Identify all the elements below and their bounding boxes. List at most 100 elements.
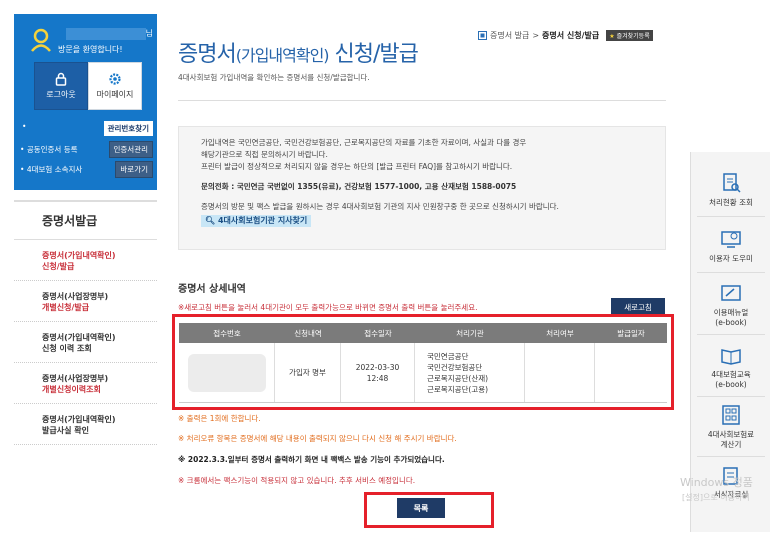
col-date: 접수일자 xyxy=(364,328,392,338)
affiliation-label: • 4대보험 소속지사 xyxy=(20,165,83,174)
menu-item-line1: 증명서(사업장명부) xyxy=(42,292,109,301)
title-main: 증명서 xyxy=(178,42,237,67)
quick-calculator[interactable]: 4대사회보험료 계산기 xyxy=(691,404,771,450)
menu-item-line1: 증명서(가입내역확인) xyxy=(42,333,116,342)
col-agency: 처리기관 xyxy=(456,328,484,338)
quick-label: 4대사회보험료 xyxy=(707,430,755,439)
find-branch-link[interactable]: 🔍︎ 4대사회보험기관 지사찾기 xyxy=(201,215,312,227)
agency-comwel-sanjae: 근로복지공단(산재) xyxy=(427,373,489,383)
find-management-number-button[interactable]: 관리번호찾기 xyxy=(103,121,153,136)
table-row: 가입자 명부 2022-03-30 12:48 국민연금공단 국민건강보험공단 근… xyxy=(179,343,667,403)
cell-issue-date xyxy=(595,343,667,402)
gear-icon xyxy=(109,73,121,85)
detail-title: 증명서 상세내역 xyxy=(178,284,246,295)
logout-button[interactable]: 로그아웃 xyxy=(34,62,88,110)
monitor-help-icon xyxy=(721,231,741,248)
breadcrumb: 증명서 발급 > 증명서 신청/발급 ★ 즐겨찾기등록 xyxy=(478,30,653,41)
contact-info: 문의전화 : 국민연금 국번없이 1355(유료), 건강보험 1577-100… xyxy=(201,182,517,191)
agency-comwel-employ: 근로복지공단(고용) xyxy=(427,384,489,394)
quick-education[interactable]: 4대보험교육 (e-book) xyxy=(691,346,771,390)
mypage-label: 마이페이지 xyxy=(96,90,134,99)
quick-divider xyxy=(697,216,765,217)
lock-icon xyxy=(55,72,67,86)
cell-status xyxy=(525,343,595,402)
menu-item-line2: 신청 이력 조회 xyxy=(42,344,92,353)
user-icon xyxy=(31,28,51,52)
page-description: 4대사회보험 가입내역을 확인하는 증명서를 신청/발급합니다. xyxy=(178,73,370,82)
date-value: 2022-03-30 xyxy=(355,362,400,372)
note-error-reapply: ※ 처리오류 항목은 증명서에 해당 내용이 출력되지 않으니 다시 신청 해 … xyxy=(178,434,457,443)
menu-item-line2: 개별신청이력조회 xyxy=(42,385,101,394)
menu-item-line1: 증명서(가입내역확인) xyxy=(42,251,116,260)
col-receipt-no: 접수번호 xyxy=(213,328,241,338)
quick-label: 이용매뉴얼 xyxy=(713,308,749,317)
list-button[interactable]: 목록 xyxy=(397,498,445,518)
document-search-icon xyxy=(723,173,741,193)
bullet-dot: • xyxy=(22,122,27,131)
cert-register-label: • 공동인증서 등록 xyxy=(20,145,78,154)
info-box: 가입내역은 국민연금공단, 국민건강보험공단, 근로복지공단의 자료를 기초한 … xyxy=(178,126,666,250)
breadcrumb-parent[interactable]: 증명서 발급 xyxy=(490,30,529,41)
menu-item-workplace-apply[interactable]: 증명서(사업장명부) 개별신청/발급 xyxy=(14,281,157,322)
user-box: 님 방문을 환영합니다! 로그아웃 마이페이지 • 관리번호찾기 • 공동인증서… xyxy=(14,14,157,190)
quick-user-help[interactable]: 이용자 도우미 xyxy=(691,228,771,264)
welcome-text: 방문을 환영합니다! xyxy=(58,45,123,54)
quick-status-lookup[interactable]: 처리현황 조회 xyxy=(691,172,771,208)
mypage-button[interactable]: 마이페이지 xyxy=(88,62,142,110)
find-branch-label: 4대사회보험기관 지사찾기 xyxy=(217,216,308,225)
quick-sublabel: (e-book) xyxy=(715,380,747,389)
menu-item-apply-issue[interactable]: 증명서(가입내역확인) 신청/발급 xyxy=(14,240,157,281)
title-tail: 신청/발급 xyxy=(328,42,419,67)
menu-item-workplace-history[interactable]: 증명서(사업장명부) 개별신청이력조회 xyxy=(14,363,157,404)
quick-manual[interactable]: 이용매뉴얼 (e-book) xyxy=(691,284,771,328)
menu-item-apply-history[interactable]: 증명서(가입내역확인) 신청 이력 조회 xyxy=(14,322,157,363)
col-issue-date: 발급일자 xyxy=(617,328,645,338)
refresh-notice: ※새로고침 버튼을 눌러서 4대기관이 모두 출력가능으로 바뀌면 증명서 출력… xyxy=(178,303,478,312)
cell-agency: 국민연금공단 국민건강보험공단 근로복지공단(산재) 근로복지공단(고용) xyxy=(415,343,525,402)
edit-book-icon xyxy=(721,285,741,301)
menu-item-line1: 증명서(가입내역확인) xyxy=(42,415,116,424)
quick-label: 처리현황 조회 xyxy=(709,198,753,207)
quick-divider xyxy=(697,334,765,335)
info-line-1: 가입내역은 국민연금공단, 국민건강보험공단, 근로복지공단의 자료를 기초한 … xyxy=(201,138,527,147)
cell-receipt-no xyxy=(179,343,275,402)
col-status: 처리여부 xyxy=(546,328,574,338)
agency-nps: 국민연금공단 xyxy=(427,351,469,361)
title-paren: (가입내역확인) xyxy=(235,46,330,65)
favorite-button[interactable]: ★ 즐겨찾기등록 xyxy=(606,30,653,41)
col-request: 신청내역 xyxy=(294,328,322,338)
detail-table-highlight: 접수번호 신청내역 접수일자 처리기관 처리여부 발급일자 가입자 명부 202… xyxy=(172,314,674,410)
menu-item-issue-verify[interactable]: 증명서(가입내역확인) 발급사실 확인 xyxy=(14,404,157,445)
quick-divider xyxy=(697,396,765,397)
search-icon: 🔍︎ xyxy=(205,216,216,225)
title-divider xyxy=(178,100,666,101)
info-line-2: 해당기관으로 직접 문의하시기 바랍니다. xyxy=(201,150,328,159)
quick-sublabel: (e-book) xyxy=(715,318,747,327)
note-chrome-fax: ※ 크롬에서는 팩스기능이 적용되지 않고 있습니다. 추후 서비스 예정입니다… xyxy=(178,476,416,485)
quick-divider xyxy=(697,456,765,457)
time-value: 12:48 xyxy=(366,373,389,383)
cert-manage-button[interactable]: 인증서관리 xyxy=(108,141,153,158)
note-fax-added: ※ 2022.3.3.일부터 증명서 출력하기 화면 내 팩백스 발송 기능이 … xyxy=(178,455,445,464)
cell-request: 가입자 명부 xyxy=(275,343,341,402)
agency-nhis: 국민건강보험공단 xyxy=(427,362,483,372)
windows-watermark: Windows 정품 xyxy=(680,476,753,489)
info-line-3: 프린터 발급이 정상적으로 처리되지 않을 경우는 하단의 [발급 프린터 FA… xyxy=(201,162,513,171)
home-icon xyxy=(478,31,487,40)
detail-table: 접수번호 신청내역 접수일자 처리기관 처리여부 발급일자 가입자 명부 202… xyxy=(179,323,667,403)
visit-info: 증명서의 방문 및 팩스 발급을 원하시는 경우 4대사회보험 기관의 지사 민… xyxy=(201,202,559,211)
windows-watermark-sub: [설정]으로 이동하여 xyxy=(682,493,750,502)
logout-label: 로그아웃 xyxy=(46,90,76,99)
menu-item-line2: 발급사실 확인 xyxy=(42,426,89,435)
open-book-icon xyxy=(721,349,741,365)
shortcut-button[interactable]: 바로가기 xyxy=(115,161,153,178)
quick-sublabel: 계산기 xyxy=(720,440,742,449)
page-title: 증명서(가입내역확인) 신청/발급 xyxy=(178,36,419,68)
account-buttons: 로그아웃 마이페이지 xyxy=(34,62,142,110)
calculator-icon xyxy=(722,405,740,425)
star-icon: ★ xyxy=(609,33,615,40)
user-suffix: 님 xyxy=(145,29,153,38)
menu-title: 증명서발급 xyxy=(14,200,157,240)
side-menu: 증명서발급 증명서(가입내역확인) 신청/발급 증명서(사업장명부) 개별신청/… xyxy=(14,200,157,445)
note-print-once: ※ 출력은 1회에 한합니다. xyxy=(178,414,261,423)
